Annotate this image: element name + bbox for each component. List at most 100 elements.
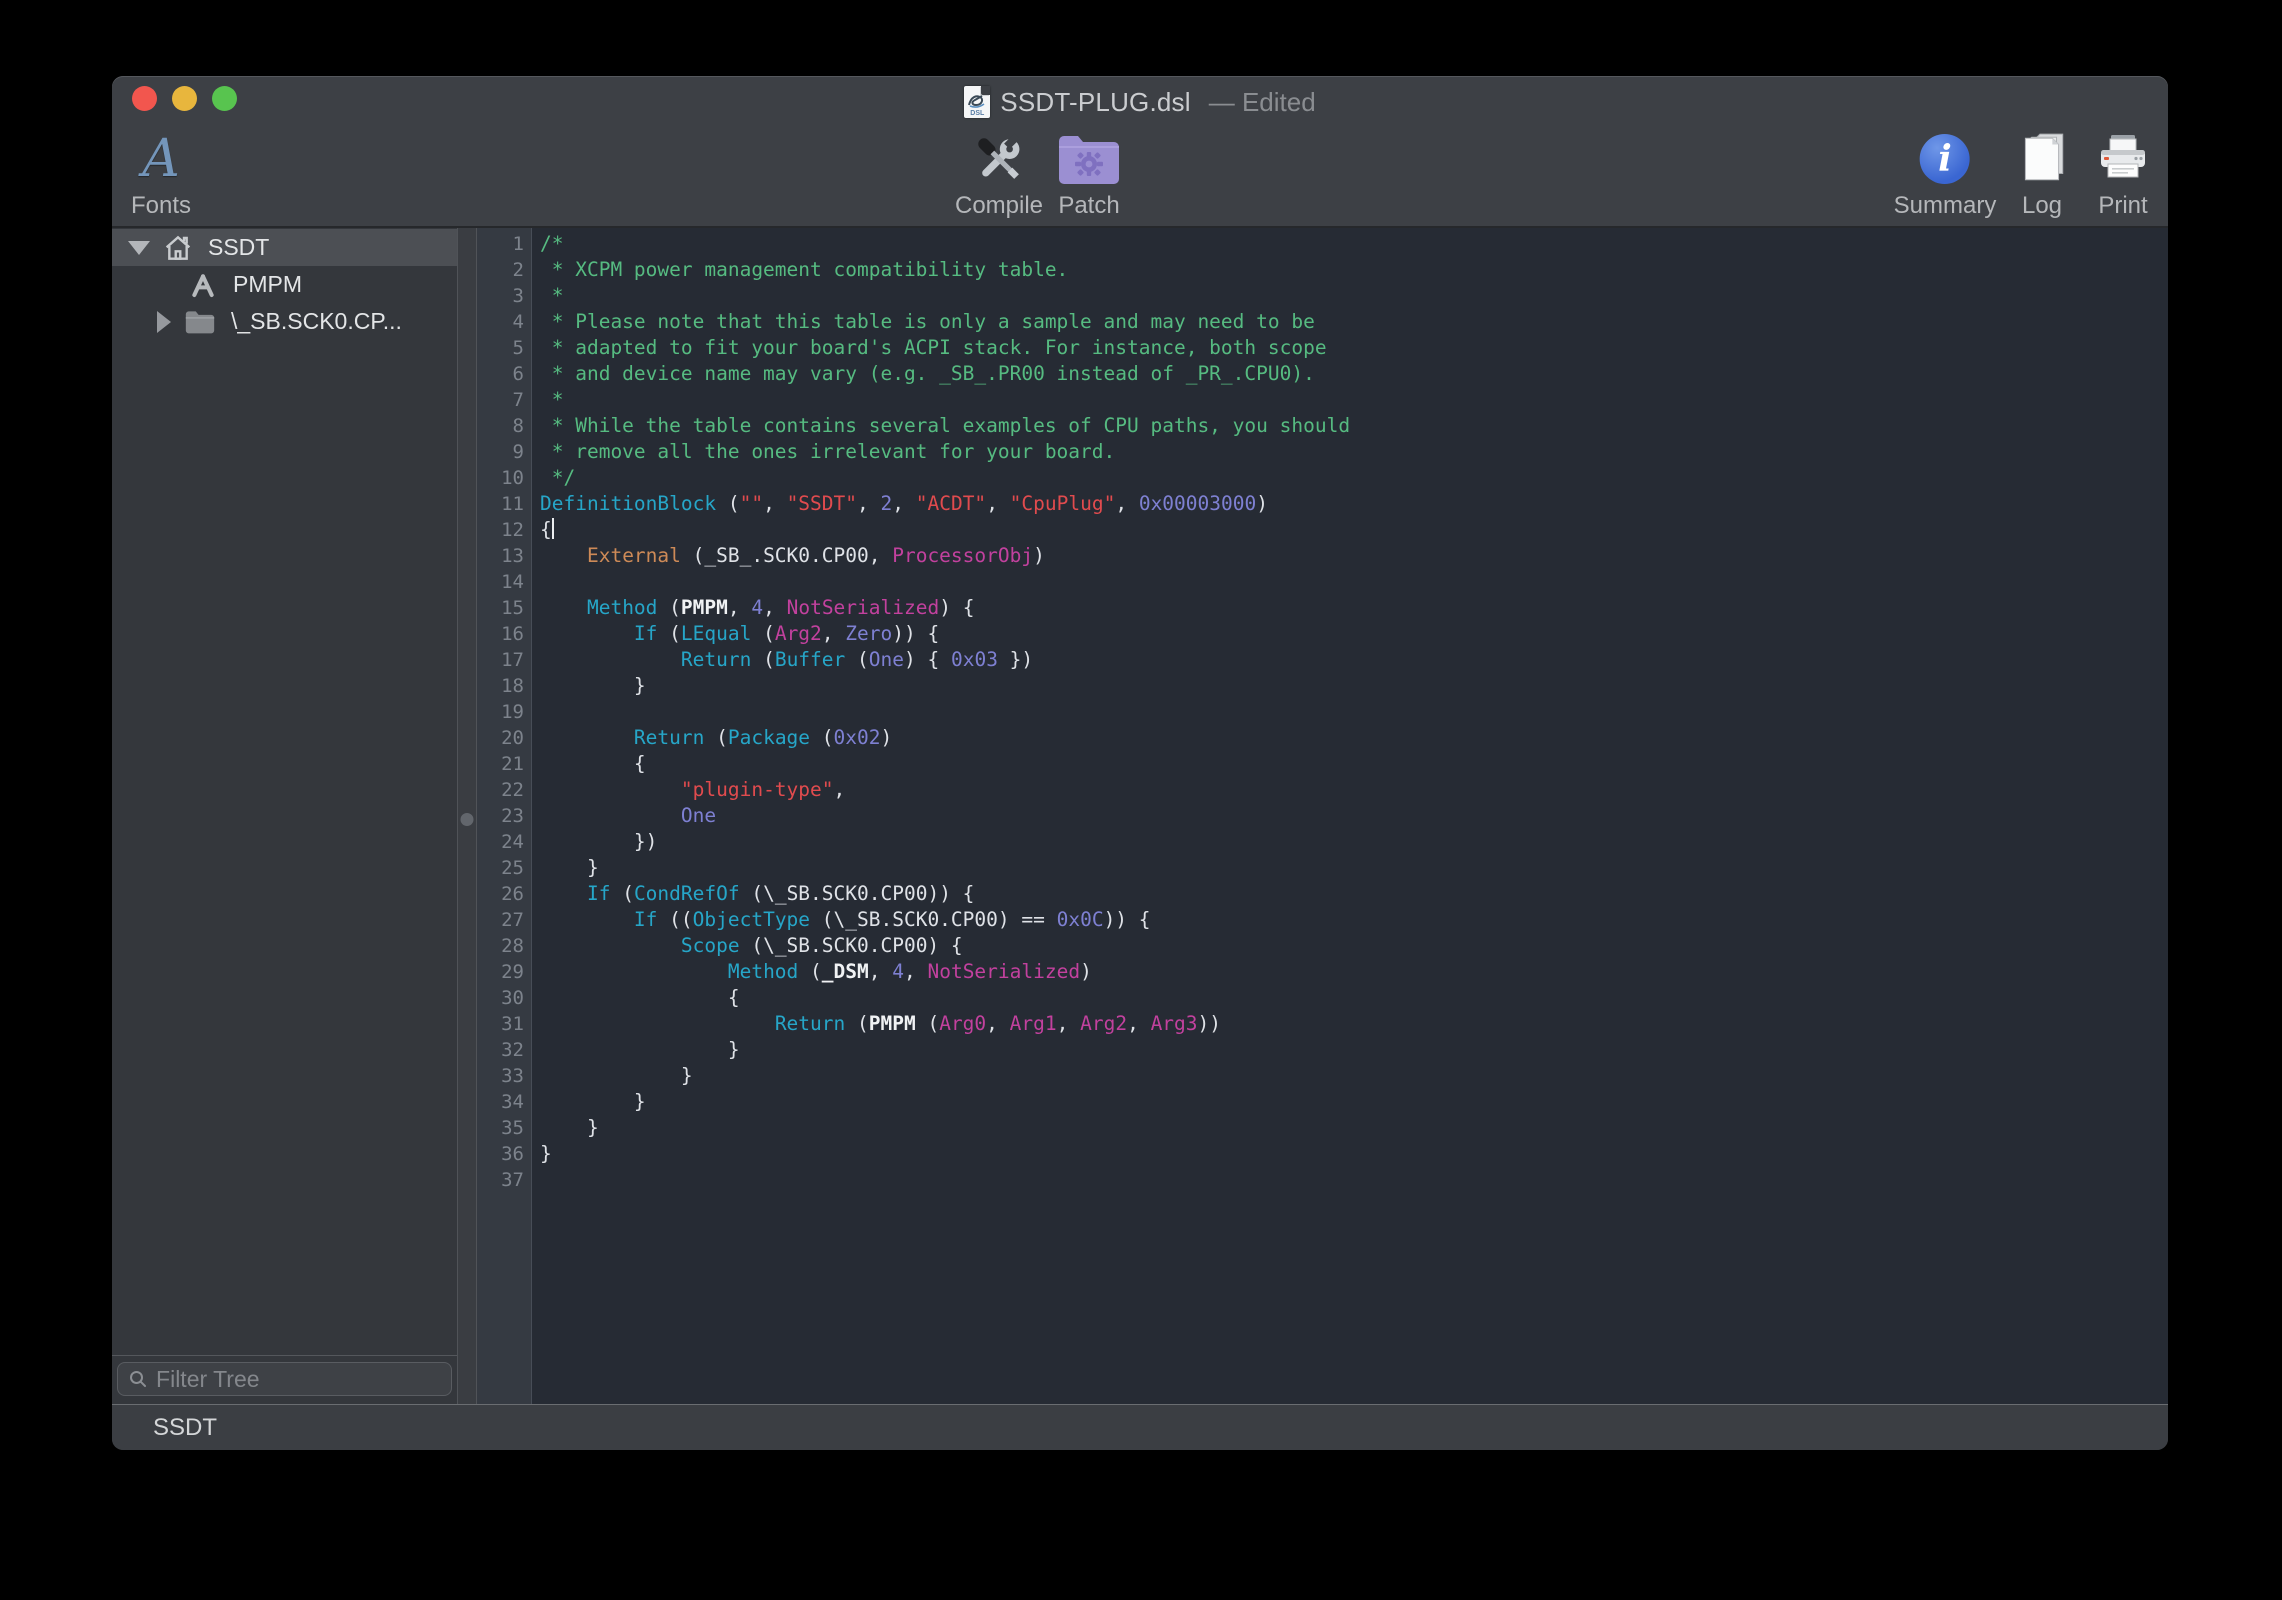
code-line[interactable]	[540, 1167, 2168, 1193]
code-line[interactable]: Return (Buffer (One) { 0x03 })	[540, 647, 2168, 673]
code-line[interactable]: {	[540, 517, 2168, 543]
code-line[interactable]	[540, 699, 2168, 725]
line-number: 19	[477, 699, 531, 725]
tree-item-label: PMPM	[233, 271, 302, 298]
code-line[interactable]: Method (_DSM, 4, NotSerialized)	[540, 959, 2168, 985]
code-line[interactable]: One	[540, 803, 2168, 829]
code-line[interactable]: /*	[540, 231, 2168, 257]
print-icon	[2095, 131, 2151, 187]
line-number: 8	[477, 413, 531, 439]
log-label: Log	[2022, 194, 2062, 218]
disclosure-right-icon[interactable]	[157, 311, 171, 333]
line-number: 17	[477, 647, 531, 673]
line-number: 10	[477, 465, 531, 491]
filter-tree-input[interactable]	[156, 1366, 441, 1393]
compile-button[interactable]: Compile	[955, 128, 1043, 218]
tree-item-pmpm[interactable]: PMPM	[112, 266, 457, 303]
code-line[interactable]: }	[540, 1141, 2168, 1167]
main-content: SSDT PMPM	[112, 228, 2168, 1404]
code-line[interactable]: }	[540, 1089, 2168, 1115]
titlebar[interactable]: DSL SSDT-PLUG.dsl — Edited	[112, 76, 2168, 122]
line-number: 6	[477, 361, 531, 387]
code-line[interactable]: *	[540, 387, 2168, 413]
title-group: DSL SSDT-PLUG.dsl — Edited	[964, 86, 1315, 118]
line-number: 28	[477, 933, 531, 959]
code-line[interactable]: {	[540, 985, 2168, 1011]
code-line[interactable]: }	[540, 1063, 2168, 1089]
window-title: SSDT-PLUG.dsl	[1000, 87, 1190, 118]
code-line[interactable]: */	[540, 465, 2168, 491]
code-line[interactable]: * While the table contains several examp…	[540, 413, 2168, 439]
code-line[interactable]: DefinitionBlock ("", "SSDT", 2, "ACDT", …	[540, 491, 2168, 517]
print-button[interactable]: Print	[2095, 128, 2151, 218]
toolbar: A Fonts Co	[112, 122, 2168, 228]
splitter-grip-icon[interactable]	[461, 813, 474, 826]
compile-icon	[970, 130, 1028, 188]
line-number: 2	[477, 257, 531, 283]
line-number: 36	[477, 1141, 531, 1167]
code-line[interactable]: }	[540, 855, 2168, 881]
fonts-button[interactable]: A Fonts	[131, 128, 191, 218]
fonts-icon: A	[142, 133, 180, 185]
line-number: 33	[477, 1063, 531, 1089]
code-line[interactable]: If (LEqual (Arg2, Zero)) {	[540, 621, 2168, 647]
line-number: 35	[477, 1115, 531, 1141]
code-lines[interactable]: /* * XCPM power management compatibility…	[532, 228, 2168, 1404]
code-line[interactable]: * adapted to fit your board's ACPI stack…	[540, 335, 2168, 361]
line-number: 5	[477, 335, 531, 361]
code-line[interactable]: * XCPM power management compatibility ta…	[540, 257, 2168, 283]
tree-item-ssdt[interactable]: SSDT	[112, 229, 457, 266]
print-label: Print	[2098, 194, 2147, 218]
log-icon	[2013, 130, 2071, 188]
document-badge: DSL	[964, 110, 990, 117]
code-line[interactable]: Return (Package (0x02)	[540, 725, 2168, 751]
patch-button[interactable]: Patch	[1057, 128, 1121, 218]
code-line[interactable]: If ((ObjectType (\_SB.SCK0.CP00) == 0x0C…	[540, 907, 2168, 933]
code-line[interactable]: If (CondRefOf (\_SB.SCK0.CP00)) {	[540, 881, 2168, 907]
line-number: 26	[477, 881, 531, 907]
tree-item-sb-sck0[interactable]: \_SB.SCK0.CP...	[112, 303, 457, 340]
line-number: 16	[477, 621, 531, 647]
fonts-label: Fonts	[131, 194, 191, 218]
document-icon[interactable]: DSL	[964, 86, 990, 118]
disclosure-down-icon[interactable]	[128, 241, 150, 255]
line-number: 27	[477, 907, 531, 933]
code-line[interactable]	[540, 569, 2168, 595]
line-number: 20	[477, 725, 531, 751]
line-number: 37	[477, 1167, 531, 1193]
code-line[interactable]: * and device name may vary (e.g. _SB_.PR…	[540, 361, 2168, 387]
splitter[interactable]	[457, 228, 477, 1404]
tree-item-label: \_SB.SCK0.CP...	[231, 308, 402, 335]
code-line[interactable]: }	[540, 1037, 2168, 1063]
zoom-button[interactable]	[212, 86, 237, 111]
log-button[interactable]: Log	[2013, 128, 2071, 218]
code-line[interactable]: *	[540, 283, 2168, 309]
code-line[interactable]: * remove all the ones irrelevant for you…	[540, 439, 2168, 465]
sidebar-tree-panel: SSDT PMPM	[112, 228, 457, 1404]
code-line[interactable]: * Please note that this table is only a …	[540, 309, 2168, 335]
summary-label: Summary	[1894, 194, 1997, 218]
code-line[interactable]: Method (PMPM, 4, NotSerialized) {	[540, 595, 2168, 621]
app-window: DSL SSDT-PLUG.dsl — Edited A Fonts	[112, 76, 2168, 1450]
method-icon	[187, 269, 219, 301]
info-icon: i	[1920, 134, 1970, 184]
code-line[interactable]: "plugin-type",	[540, 777, 2168, 803]
line-number: 4	[477, 309, 531, 335]
code-line[interactable]: External (_SB_.SCK0.CP00, ProcessorObj)	[540, 543, 2168, 569]
code-line[interactable]: }	[540, 1115, 2168, 1141]
code-line[interactable]: }	[540, 673, 2168, 699]
code-line[interactable]: {	[540, 751, 2168, 777]
close-button[interactable]	[132, 86, 157, 111]
window-title-edited: — Edited	[1209, 87, 1316, 118]
line-number: 7	[477, 387, 531, 413]
code-line[interactable]: Scope (\_SB.SCK0.CP00) {	[540, 933, 2168, 959]
code-line[interactable]: })	[540, 829, 2168, 855]
line-number: 18	[477, 673, 531, 699]
summary-button[interactable]: i Summary	[1894, 128, 1997, 218]
filter-box[interactable]	[117, 1362, 452, 1396]
line-number: 14	[477, 569, 531, 595]
minimize-button[interactable]	[172, 86, 197, 111]
line-number: 22	[477, 777, 531, 803]
code-line[interactable]: Return (PMPM (Arg0, Arg1, Arg2, Arg3))	[540, 1011, 2168, 1037]
line-number: 9	[477, 439, 531, 465]
